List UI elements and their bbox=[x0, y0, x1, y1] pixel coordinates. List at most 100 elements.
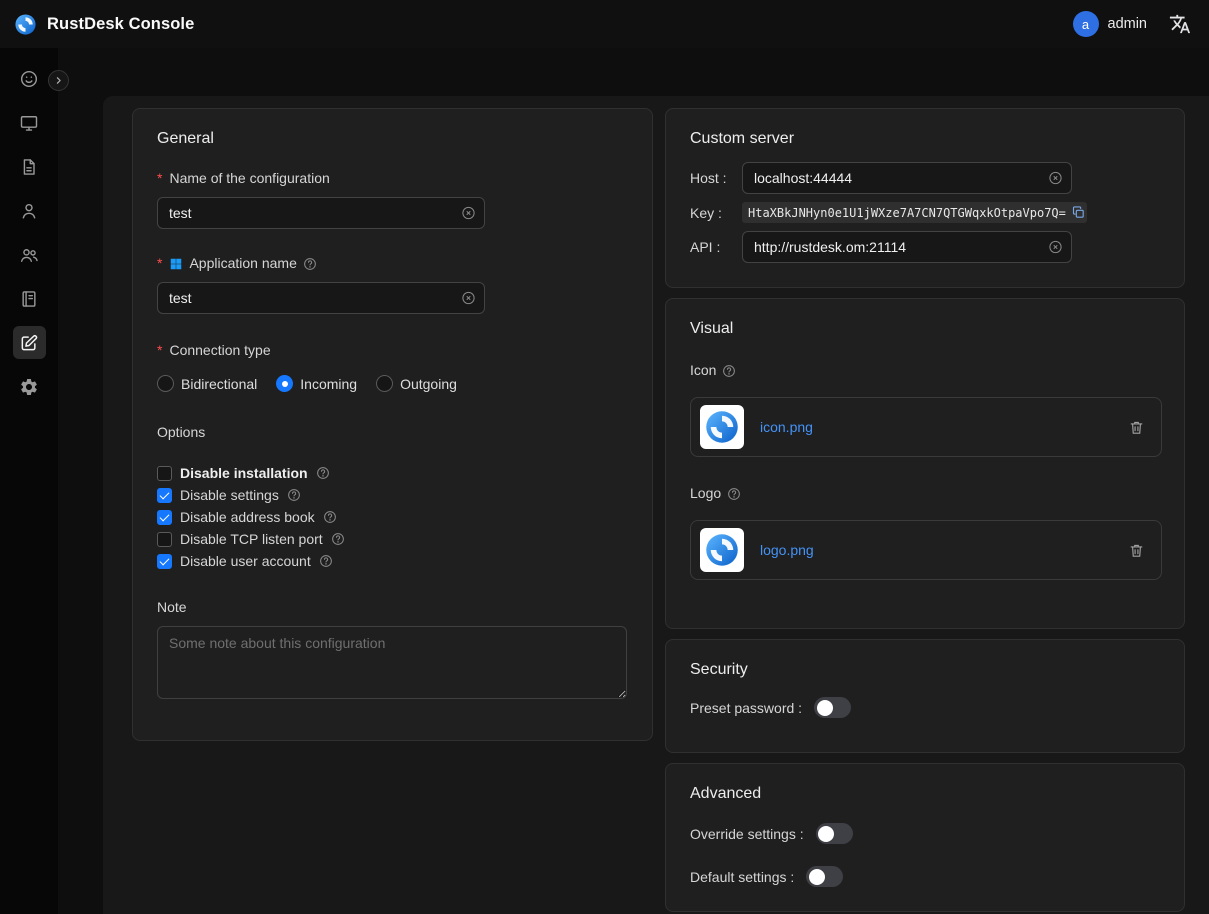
brand: RustDesk Console bbox=[14, 13, 194, 36]
option-disable-tcp-listen-port[interactable]: Disable TCP listen port bbox=[157, 531, 628, 547]
visual-card: Visual Icon bbox=[665, 298, 1185, 629]
connection-type-group: Bidirectional Incoming Outgoing bbox=[157, 375, 628, 392]
language-icon[interactable] bbox=[1169, 13, 1191, 35]
options-list: Disable installation Disable settings Di… bbox=[157, 465, 628, 569]
default-settings-toggle[interactable] bbox=[806, 866, 843, 887]
radio-icon[interactable] bbox=[376, 375, 393, 392]
user-icon bbox=[19, 201, 39, 221]
override-settings-toggle[interactable] bbox=[816, 823, 853, 844]
chevron-right-icon bbox=[52, 74, 65, 87]
preset-password-toggle[interactable] bbox=[814, 697, 851, 718]
rustdesk-logo-icon bbox=[14, 13, 37, 36]
help-icon[interactable] bbox=[722, 364, 736, 378]
logo-label: Logo bbox=[690, 485, 1160, 502]
app-name-input[interactable] bbox=[158, 290, 484, 306]
edit-icon bbox=[19, 333, 39, 353]
visual-title: Visual bbox=[690, 319, 1160, 338]
monitor-icon bbox=[19, 113, 39, 133]
api-row: API : bbox=[690, 231, 1160, 263]
api-input[interactable] bbox=[743, 239, 1071, 255]
checkbox-icon[interactable] bbox=[157, 532, 172, 547]
help-icon[interactable] bbox=[319, 554, 333, 568]
preset-password-label: Preset password : bbox=[690, 700, 802, 716]
sidebar-item-audit[interactable] bbox=[13, 150, 46, 183]
radio-incoming[interactable]: Incoming bbox=[276, 375, 357, 392]
config-name-field bbox=[157, 197, 485, 229]
icon-file-link[interactable]: icon.png bbox=[760, 419, 813, 435]
clear-icon[interactable] bbox=[1048, 171, 1063, 186]
windows-icon bbox=[169, 257, 183, 271]
clear-icon[interactable] bbox=[1048, 240, 1063, 255]
sidebar-item-devices[interactable] bbox=[13, 106, 46, 139]
trash-icon[interactable] bbox=[1128, 419, 1145, 436]
host-row: Host : bbox=[690, 162, 1160, 194]
app-name-label: * Application name bbox=[157, 255, 628, 272]
checkbox-icon[interactable] bbox=[157, 510, 172, 525]
radio-icon[interactable] bbox=[157, 375, 174, 392]
host-input[interactable] bbox=[743, 170, 1071, 186]
gear-icon bbox=[19, 377, 39, 397]
help-icon[interactable] bbox=[727, 487, 741, 501]
rustdesk-logo-icon bbox=[704, 532, 740, 568]
smiley-icon bbox=[19, 69, 39, 89]
config-name-input[interactable] bbox=[158, 205, 484, 221]
config-name-label: * Name of the configuration bbox=[157, 170, 628, 187]
sidebar bbox=[0, 48, 58, 914]
sidebar-expand-button[interactable] bbox=[48, 70, 69, 91]
api-field bbox=[742, 231, 1072, 263]
help-icon[interactable] bbox=[316, 466, 330, 480]
copy-icon[interactable] bbox=[1071, 205, 1086, 220]
help-icon[interactable] bbox=[331, 532, 345, 546]
option-disable-installation[interactable]: Disable installation bbox=[157, 465, 628, 481]
app-name-field bbox=[157, 282, 485, 314]
general-card: General * Name of the configuration * bbox=[132, 108, 653, 741]
key-label: Key : bbox=[690, 205, 742, 221]
option-disable-address-book[interactable]: Disable address book bbox=[157, 509, 628, 525]
rustdesk-logo-icon bbox=[704, 409, 740, 445]
required-asterisk: * bbox=[157, 170, 162, 187]
clear-icon[interactable] bbox=[461, 291, 476, 306]
security-title: Security bbox=[690, 660, 1160, 679]
custom-server-card: Custom server Host : Key : HtaXBkJNHyn0e… bbox=[665, 108, 1185, 288]
clear-icon[interactable] bbox=[461, 206, 476, 221]
content-panel: General * Name of the configuration * bbox=[103, 96, 1209, 914]
logo-file-link[interactable]: logo.png bbox=[760, 542, 814, 558]
option-disable-settings[interactable]: Disable settings bbox=[157, 487, 628, 503]
host-field bbox=[742, 162, 1072, 194]
radio-bidirectional[interactable]: Bidirectional bbox=[157, 375, 257, 392]
sidebar-item-dashboard[interactable] bbox=[13, 62, 46, 95]
user-menu[interactable]: a admin bbox=[1073, 11, 1148, 37]
help-icon[interactable] bbox=[323, 510, 337, 524]
avatar[interactable]: a bbox=[1073, 11, 1099, 37]
icon-file-box: icon.png bbox=[690, 397, 1162, 457]
checkbox-icon[interactable] bbox=[157, 466, 172, 481]
advanced-card: Advanced Override settings : Default set… bbox=[665, 763, 1185, 912]
username: admin bbox=[1108, 16, 1148, 32]
note-textarea[interactable] bbox=[157, 626, 627, 699]
help-icon[interactable] bbox=[303, 257, 317, 271]
required-asterisk: * bbox=[157, 255, 162, 272]
key-row: Key : HtaXBkJNHyn0e1U1jWXze7A7CN7QTGWqxk… bbox=[690, 202, 1160, 223]
sidebar-item-settings[interactable] bbox=[13, 370, 46, 403]
default-settings-row: Default settings : bbox=[690, 866, 1160, 887]
sidebar-item-custom-clients[interactable] bbox=[13, 326, 46, 359]
host-label: Host : bbox=[690, 170, 742, 186]
option-disable-user-account[interactable]: Disable user account bbox=[157, 553, 628, 569]
custom-server-title: Custom server bbox=[690, 129, 1160, 148]
note-label: Note bbox=[157, 599, 628, 616]
checkbox-icon[interactable] bbox=[157, 488, 172, 503]
trash-icon[interactable] bbox=[1128, 542, 1145, 559]
checkbox-icon[interactable] bbox=[157, 554, 172, 569]
logbook-icon bbox=[19, 289, 39, 309]
sidebar-item-groups[interactable] bbox=[13, 238, 46, 271]
radio-outgoing[interactable]: Outgoing bbox=[376, 375, 457, 392]
default-settings-label: Default settings : bbox=[690, 869, 794, 885]
icon-thumbnail bbox=[700, 405, 744, 449]
general-title: General bbox=[157, 129, 628, 148]
users-icon bbox=[19, 245, 39, 265]
sidebar-item-address-books[interactable] bbox=[13, 282, 46, 315]
radio-icon[interactable] bbox=[276, 375, 293, 392]
key-value: HtaXBkJNHyn0e1U1jWXze7A7CN7QTGWqxkOtpaVp… bbox=[742, 202, 1087, 223]
sidebar-item-users[interactable] bbox=[13, 194, 46, 227]
help-icon[interactable] bbox=[287, 488, 301, 502]
